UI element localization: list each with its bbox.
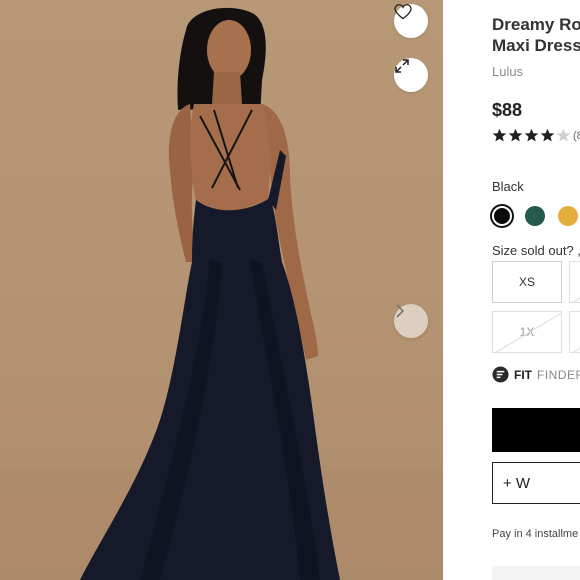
product-title-line-2: Maxi Dress — [492, 36, 580, 55]
swatch-black[interactable] — [492, 206, 512, 226]
brand-link[interactable]: Lulus — [492, 64, 523, 79]
star-filled-icon — [524, 128, 539, 142]
chevron-right-icon — [396, 304, 405, 318]
size-option-s[interactable] — [569, 261, 580, 303]
fit-finder-light: FINDER — [537, 367, 580, 382]
swatch-emerald[interactable] — [525, 206, 545, 226]
color-swatches — [492, 206, 578, 226]
price: $88 — [492, 100, 523, 120]
color-label: Black — [492, 179, 524, 194]
next-image-button[interactable] — [394, 304, 428, 338]
star-filled-icon — [492, 128, 507, 142]
expand-arrows-icon — [395, 59, 409, 73]
size-option-1x[interactable]: 1X — [492, 311, 562, 353]
fit-finder-link[interactable]: FIT FINDER — [492, 366, 580, 383]
add-to-wishlist-button[interactable]: + W — [492, 462, 580, 504]
star-empty-icon — [556, 128, 571, 142]
favorite-button[interactable] — [394, 4, 428, 38]
rating-stars[interactable]: (8 — [492, 128, 580, 143]
star-filled-icon — [508, 128, 523, 142]
swatch-mustard[interactable] — [558, 206, 578, 226]
star-filled-icon — [540, 128, 555, 142]
heart-icon — [394, 4, 412, 20]
size-sold-out-link[interactable]: Size sold out? , — [492, 243, 580, 258]
product-title: Dreamy Ro Maxi Dress — [492, 14, 580, 56]
product-image[interactable] — [0, 0, 443, 580]
fit-finder-strong: FIT — [514, 367, 532, 382]
model-photo — [0, 7, 443, 580]
size-option-xs[interactable]: XS — [492, 261, 562, 303]
fit-finder-logo-icon — [492, 366, 509, 383]
size-option-2x[interactable] — [569, 311, 580, 353]
product-details-panel: Dreamy Ro Maxi Dress Lulus $88 (8 Black … — [443, 0, 580, 580]
expand-image-button[interactable] — [394, 58, 428, 92]
product-title-line-1: Dreamy Ro — [492, 15, 580, 34]
review-count[interactable]: (8 — [573, 130, 580, 142]
pay-in-installments-text: Pay in 4 installme — [492, 528, 579, 540]
add-to-bag-button[interactable] — [492, 408, 580, 452]
payment-widget — [492, 566, 580, 580]
